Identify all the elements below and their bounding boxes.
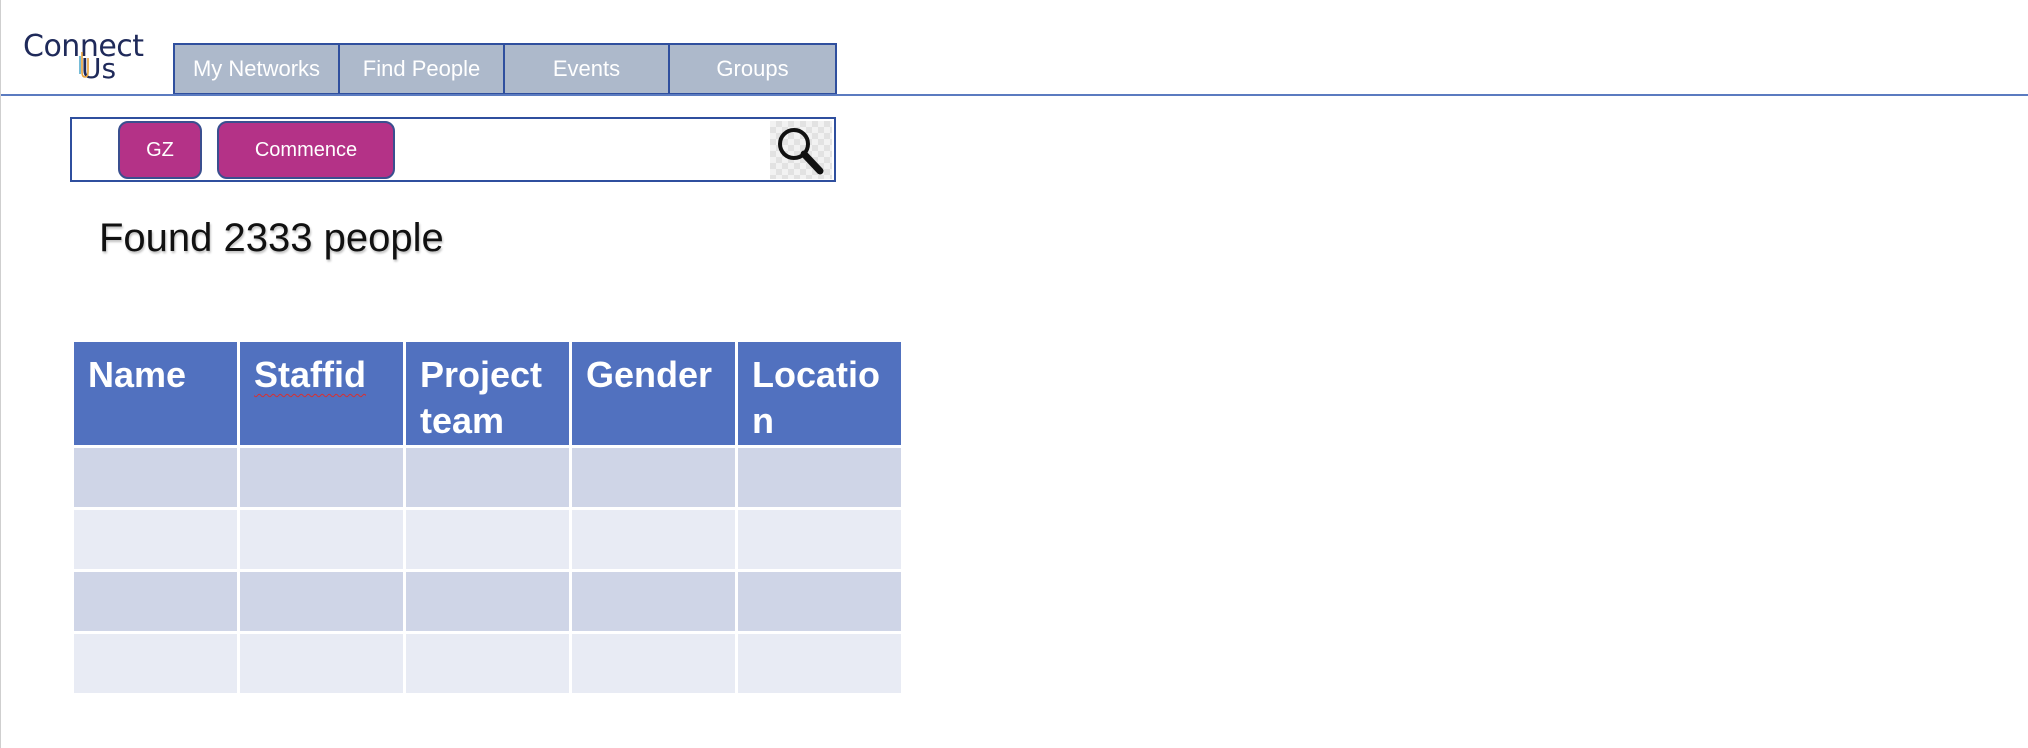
table-cell (71, 445, 240, 510)
table-cell (569, 631, 738, 696)
search-bar[interactable]: GZ Commence (70, 117, 836, 182)
column-header-staffid-label: Staffid (254, 354, 366, 395)
table-cell (403, 445, 572, 510)
column-header-gender[interactable]: Gender (569, 339, 738, 448)
page: Connect Us My Networks Find People Event… (0, 0, 2028, 748)
table-cell (403, 631, 572, 696)
table-row[interactable] (71, 631, 904, 696)
table-cell (735, 569, 904, 634)
table-cell (735, 445, 904, 510)
connectus-logo[interactable]: Connect Us (23, 30, 144, 84)
column-header-name[interactable]: Name (71, 339, 240, 448)
table-cell (403, 507, 572, 572)
results-count: Found 2333 people (99, 216, 444, 260)
header-divider (1, 94, 2028, 96)
table-cell (237, 631, 406, 696)
column-header-staffid[interactable]: Staffid (237, 339, 406, 448)
table-header-row: Name Staffid Project team Gender Locatio… (71, 339, 904, 448)
nav-tab-groups[interactable]: Groups (670, 45, 835, 93)
filter-chip-gz[interactable]: GZ (118, 121, 202, 179)
table-cell (71, 569, 240, 634)
top-nav: My Networks Find People Events Groups (173, 43, 837, 95)
table-row[interactable] (71, 445, 904, 510)
table-cell (237, 507, 406, 572)
table-cell (569, 569, 738, 634)
table-cell (237, 445, 406, 510)
table-cell (569, 445, 738, 510)
column-header-location[interactable]: Locatio n (735, 339, 904, 448)
people-table: Name Staffid Project team Gender Locatio… (71, 339, 904, 696)
paperclip-icon (79, 52, 89, 78)
filter-chip-commence[interactable]: Commence (217, 121, 395, 179)
table-cell (735, 507, 904, 572)
column-header-project-team[interactable]: Project team (403, 339, 572, 448)
nav-tab-find-people[interactable]: Find People (340, 45, 505, 93)
table-cell (735, 631, 904, 696)
table-cell (403, 569, 572, 634)
table-cell (237, 569, 406, 634)
nav-tab-my-networks[interactable]: My Networks (175, 45, 340, 93)
search-icon (778, 128, 824, 175)
table-cell (71, 507, 240, 572)
table-cell (71, 631, 240, 696)
search-button[interactable] (770, 121, 832, 179)
table-row[interactable] (71, 569, 904, 634)
nav-tab-events[interactable]: Events (505, 45, 670, 93)
table-row[interactable] (71, 507, 904, 572)
table-cell (569, 507, 738, 572)
